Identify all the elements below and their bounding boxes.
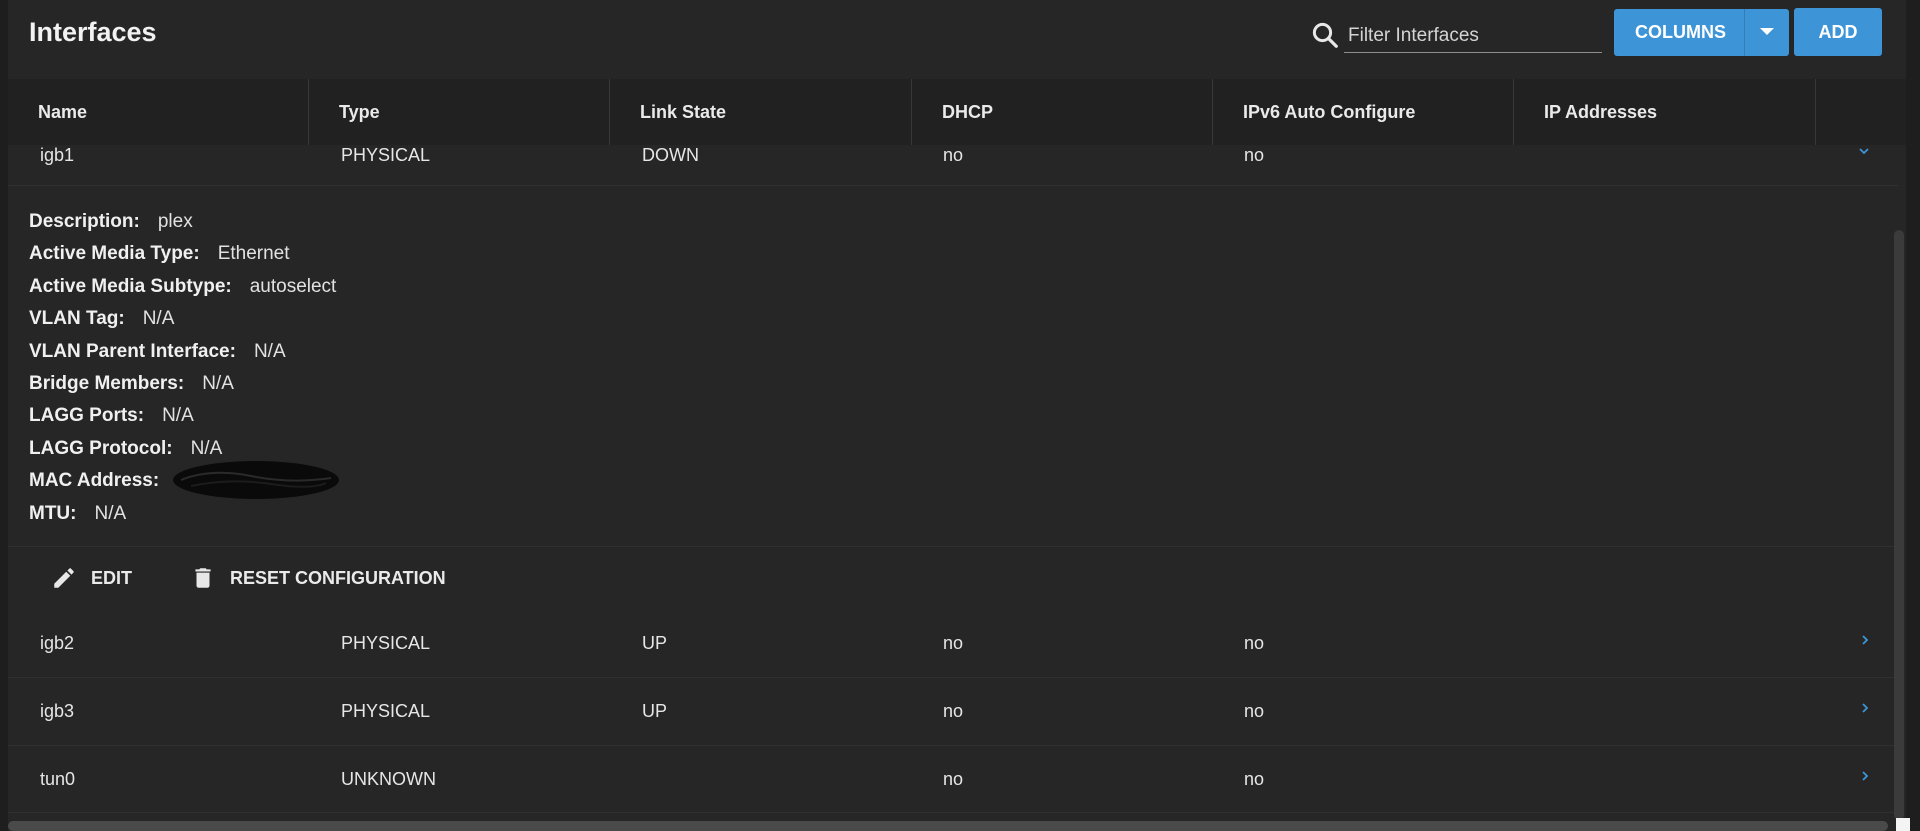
detail-label: MAC Address: (29, 470, 160, 491)
cell-type: PHYSICAL (341, 145, 431, 165)
column-header-label: Type (339, 101, 380, 122)
caret-down-icon[interactable] (1760, 28, 1774, 35)
detail-value: autoselect (249, 276, 337, 297)
detail-label: Active Media Type: (29, 243, 200, 264)
reset-configuration-label: RESET CONFIGURATION (230, 567, 446, 588)
table-row[interactable]: igb3 PHYSICAL UP no no (8, 678, 1898, 746)
detail-label: VLAN Tag: (29, 308, 125, 329)
cell-name: igb2 (40, 633, 75, 653)
add-button[interactable]: ADD (1794, 8, 1882, 56)
column-header-dhcp[interactable]: DHCP (912, 79, 1213, 145)
cell-ipv6: no (1244, 769, 1265, 789)
columns-button-label: COLUMNS (1635, 22, 1726, 42)
edit-label: EDIT (91, 567, 133, 588)
vertical-scrollbar[interactable] (1894, 230, 1904, 820)
table-row[interactable]: igb2 PHYSICAL UP no no (8, 610, 1898, 678)
column-header-name[interactable]: Name (8, 79, 309, 145)
detail-label: LAGG Protocol: (29, 438, 173, 459)
detail-label: Bridge Members: (29, 373, 185, 394)
detail-value: N/A (142, 308, 175, 329)
cell-dhcp: no (943, 633, 964, 653)
cell-name: igb1 (40, 145, 75, 165)
detail-label: LAGG Ports: (29, 405, 145, 426)
trash-icon (195, 568, 211, 588)
detail-value: N/A (162, 405, 194, 426)
detail-bridge-members: Bridge Members: N/A (29, 373, 234, 395)
detail-active-media-type: Active Media Type: Ethernet (29, 243, 290, 265)
row-actions: EDIT RESET CONFIGURATION (8, 546, 1898, 610)
search-icon[interactable] (1310, 20, 1340, 50)
cell-link-state: DOWN (642, 145, 699, 165)
chevron-right-icon[interactable] (1859, 634, 1871, 646)
detail-lagg-ports: LAGG Ports: N/A (29, 405, 194, 427)
detail-active-media-subtype: Active Media Subtype: autoselect (29, 276, 336, 298)
column-header-label: Link State (640, 101, 727, 122)
columns-button[interactable]: COLUMNS (1614, 9, 1789, 56)
chevron-right-icon[interactable] (1859, 770, 1871, 782)
cell-link-state: UP (642, 633, 668, 653)
filter-interfaces-input[interactable] (1344, 20, 1602, 53)
detail-value: N/A (190, 438, 223, 459)
cell-dhcp: no (943, 701, 964, 721)
add-button-label: ADD (1818, 21, 1858, 42)
page-title: Interfaces (29, 17, 157, 47)
cell-name: tun0 (40, 769, 76, 789)
detail-value: Ethernet (217, 243, 290, 264)
table-row-expanded[interactable]: igb1 PHYSICAL DOWN no no (8, 145, 1898, 186)
card-header: Interfaces COLUMNS ADD (8, 0, 1906, 79)
column-header-ipv6[interactable]: IPv6 Auto Configure (1213, 79, 1514, 145)
cell-ipv6: no (1244, 633, 1265, 653)
cell-type: PHYSICAL (341, 633, 431, 653)
edit-button[interactable]: EDIT (51, 558, 132, 598)
column-header-link-state[interactable]: Link State (610, 79, 912, 145)
detail-vlan-tag: VLAN Tag: N/A (29, 308, 174, 330)
detail-value: plex (157, 211, 193, 232)
column-header-type[interactable]: Type (309, 79, 610, 145)
detail-value: N/A (253, 341, 286, 362)
column-header-label: Name (38, 101, 88, 122)
cell-link-state: UP (642, 701, 668, 721)
interfaces-card: Interfaces COLUMNS ADD Name Type Link St… (8, 0, 1906, 831)
cell-dhcp: no (943, 145, 964, 165)
cell-ipv6: no (1244, 145, 1265, 165)
detail-value: N/A (202, 373, 234, 394)
cell-dhcp: no (943, 769, 964, 789)
button-divider (1744, 9, 1745, 56)
cell-name: igb3 (40, 701, 75, 721)
chevron-right-icon[interactable] (1859, 702, 1871, 714)
chevron-down-icon[interactable] (1858, 145, 1870, 157)
detail-value: N/A (94, 503, 127, 524)
table-header: Name Type Link State DHCP IPv6 Auto Conf… (8, 79, 1906, 145)
scrollbar-corner (1896, 818, 1910, 831)
detail-label: Active Media Subtype: (29, 276, 232, 297)
detail-lagg-protocol: LAGG Protocol: N/A (29, 438, 222, 460)
detail-mtu: MTU: N/A (29, 503, 126, 525)
column-header-ip-addresses[interactable]: IP Addresses (1514, 79, 1816, 145)
cell-type: UNKNOWN (341, 769, 436, 789)
cell-type: PHYSICAL (341, 701, 431, 721)
horizontal-scrollbar[interactable] (8, 821, 1888, 831)
detail-label: MTU: (29, 503, 77, 524)
column-header-label: IPv6 Auto Configure (1243, 101, 1416, 122)
redaction-scribble (173, 461, 339, 499)
table-row[interactable]: tun0 UNKNOWN no no (8, 746, 1898, 813)
column-header-label: IP Addresses (1544, 101, 1658, 122)
cell-ipv6: no (1244, 701, 1265, 721)
detail-mac-address: MAC Address: (29, 470, 177, 492)
pencil-icon (54, 568, 74, 588)
detail-label: VLAN Parent Interface: (29, 341, 236, 362)
detail-description: Description: plex (29, 211, 193, 233)
detail-label: Description: (29, 211, 140, 232)
column-header-label: DHCP (942, 101, 994, 122)
detail-vlan-parent-interface: VLAN Parent Interface: N/A (29, 341, 286, 363)
reset-configuration-button[interactable]: RESET CONFIGURATION (190, 558, 446, 598)
